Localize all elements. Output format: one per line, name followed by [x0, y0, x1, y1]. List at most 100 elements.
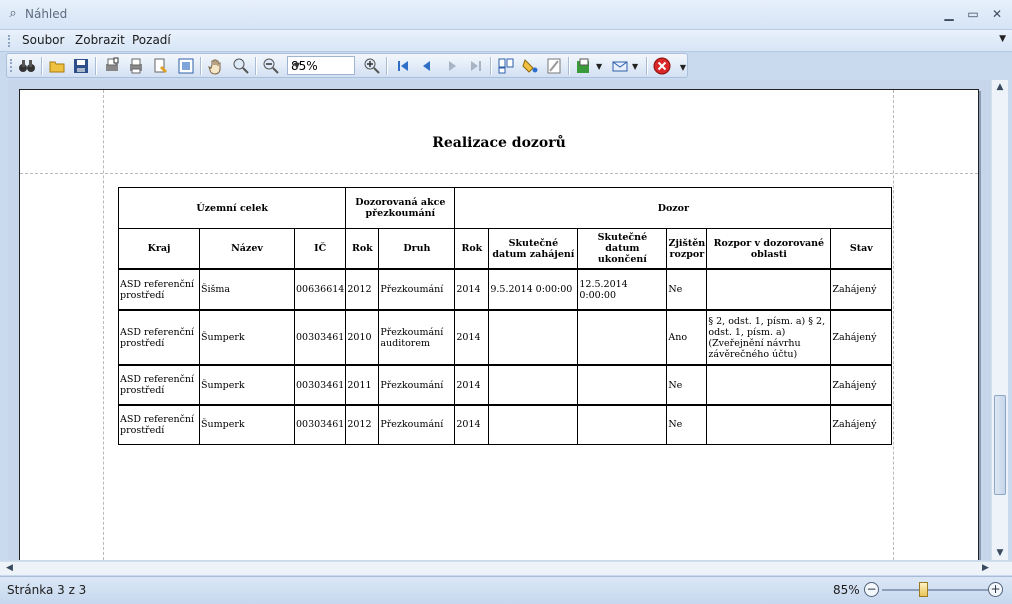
column-header: Rozpor v dozorované oblasti: [706, 228, 832, 270]
export-icon[interactable]: [575, 57, 593, 75]
column-header: Rok: [345, 228, 380, 270]
table-cell: 2012: [345, 404, 380, 445]
save-icon[interactable]: [72, 57, 90, 75]
table-cell: [488, 309, 579, 366]
margin-line-right: [893, 90, 894, 560]
page-info: Stránka 3 z 3: [7, 583, 87, 597]
table-cell: Šumperk: [199, 364, 295, 406]
table-cell: 2014: [454, 268, 490, 311]
scroll-left-icon[interactable]: ◀: [6, 563, 13, 573]
email-icon[interactable]: [611, 57, 629, 75]
print-setup-icon[interactable]: [103, 57, 121, 75]
table-row: ASD referenční prostředí Šišma 00636614 …: [118, 268, 893, 311]
table-cell: 2014: [454, 404, 490, 445]
scroll-down-icon[interactable]: ▼: [992, 548, 1008, 558]
table-cell: Přezkoumání auditorem: [378, 309, 456, 366]
table-cell: Přezkoumání: [378, 268, 456, 311]
column-header: Kraj: [118, 228, 200, 270]
margin-line-left: [103, 90, 104, 560]
close-preview-icon[interactable]: [653, 57, 671, 75]
close-window-icon[interactable]: ✕: [988, 6, 1006, 22]
table-cell: Zahájený: [830, 309, 893, 366]
table-row: ASD referenční prostředí Šumperk 0030346…: [118, 364, 893, 406]
toolbar-overflow-icon[interactable]: ▼: [680, 63, 686, 72]
toolbar-grip[interactable]: [10, 59, 15, 72]
table-cell: ASD referenční prostředí: [118, 404, 200, 445]
table-cell: 2014: [454, 309, 490, 366]
preview-viewport[interactable]: Realizace dozorů Územní celek Dozorovaná…: [8, 80, 991, 560]
column-header: Druh: [378, 228, 456, 270]
toolbar-separator: [386, 57, 388, 75]
menu-pozadi[interactable]: Pozadí: [132, 33, 171, 47]
table-cell: Zahájený: [830, 364, 893, 406]
page-setup-icon[interactable]: [177, 57, 195, 75]
quick-print-icon[interactable]: [152, 57, 170, 75]
table-cell: Ne: [666, 268, 708, 311]
watermark-icon[interactable]: [545, 57, 563, 75]
toolbar-separator: [200, 57, 202, 75]
email-dropdown-icon[interactable]: ▼: [632, 62, 638, 71]
toolbar: 85% ▼ ▼ ▼ ▼: [6, 53, 688, 78]
report-title: Realizace dozorů: [432, 135, 566, 151]
menu-overflow-icon[interactable]: ▼: [999, 34, 1006, 44]
multiple-pages-icon[interactable]: [497, 57, 515, 75]
toolbar-separator: [490, 57, 492, 75]
menu-soubor[interactable]: Soubor: [22, 33, 64, 47]
zoom-in-icon[interactable]: [363, 57, 381, 75]
toolbar-separator: [41, 57, 43, 75]
next-page-icon[interactable]: [443, 57, 461, 75]
zoom-out-icon[interactable]: [262, 57, 280, 75]
table-cell: 2012: [345, 268, 380, 311]
maximize-icon[interactable]: ▭: [964, 6, 982, 22]
window-title: Náhled: [25, 7, 68, 21]
toolbar-separator: [255, 57, 257, 75]
table-cell: 00303461: [293, 309, 347, 366]
first-page-icon[interactable]: [394, 57, 412, 75]
table-cell: ASD referenční prostředí: [118, 364, 200, 406]
zoom-in-button[interactable]: +: [988, 582, 1003, 597]
table-cell: 2014: [454, 364, 490, 406]
column-header: Zjištěn rozpor: [666, 228, 708, 270]
zoom-slider-thumb[interactable]: [919, 582, 928, 597]
table-cell: 2011: [345, 364, 380, 406]
export-dropdown-icon[interactable]: ▼: [596, 62, 602, 71]
report-table: Územní celek Dozorovaná akce přezkoumání…: [117, 187, 893, 445]
hand-tool-icon[interactable]: [207, 57, 225, 75]
table-cell: 00303461: [293, 404, 347, 445]
table-cell: [706, 404, 832, 445]
menu-zobrazit[interactable]: Zobrazit: [75, 33, 125, 47]
open-icon[interactable]: [48, 57, 66, 75]
table-cell: 00303461: [293, 364, 347, 406]
scroll-up-icon[interactable]: ▲: [992, 82, 1008, 92]
menu-grip[interactable]: [8, 35, 13, 47]
report-page: Realizace dozorů Územní celek Dozorovaná…: [19, 89, 979, 560]
vertical-scrollbar[interactable]: ▲ ▼: [991, 80, 1008, 560]
table-cell: Ne: [666, 364, 708, 406]
last-page-icon[interactable]: [467, 57, 485, 75]
zoom-combobox[interactable]: 85% ▼: [287, 56, 355, 75]
column-header: Skutečné datum zahájení: [488, 228, 579, 270]
zoom-level: 85%: [833, 583, 860, 597]
previous-page-icon[interactable]: [418, 57, 436, 75]
vertical-scroll-thumb[interactable]: [994, 395, 1006, 495]
group-header-row: Územní celek Dozorovaná akce přezkoumání…: [117, 187, 893, 229]
scroll-right-icon[interactable]: ▶: [982, 563, 989, 573]
magnifier-icon[interactable]: [232, 57, 250, 75]
minimize-icon[interactable]: ▁: [940, 6, 958, 22]
horizontal-scrollbar[interactable]: ◀ ▶: [0, 561, 1012, 575]
color-icon[interactable]: [521, 57, 539, 75]
table-cell: Šumperk: [199, 404, 295, 445]
table-cell: Ne: [666, 404, 708, 445]
toolbar-separator: [568, 57, 570, 75]
chevron-down-icon[interactable]: ▼: [291, 57, 303, 74]
print-icon[interactable]: [127, 57, 145, 75]
table-cell: Přezkoumání: [378, 364, 456, 406]
zoom-slider-track[interactable]: [882, 589, 988, 591]
table-row: ASD referenční prostředí Šumperk 0030346…: [118, 309, 893, 366]
zoom-out-button[interactable]: −: [864, 582, 879, 597]
table-cell: 9.5.2014 0:00:00: [488, 268, 579, 311]
toolbar-separator: [646, 57, 648, 75]
find-icon[interactable]: [18, 57, 36, 75]
preview-app-icon: ⌕: [9, 6, 17, 21]
table-cell: [577, 404, 668, 445]
